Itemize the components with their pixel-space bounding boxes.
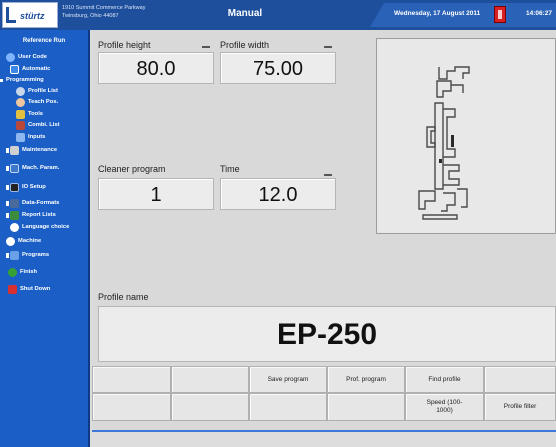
function-key-empty-5[interactable] (171, 393, 249, 421)
expand-icon (0, 79, 3, 82)
sidebar-item-label: Inputs (28, 134, 46, 140)
profile-preview (376, 38, 556, 234)
profile-filter-button[interactable]: Profile filter (484, 393, 556, 421)
hand-icon (16, 98, 25, 107)
company-line-2: Twinsburg, Ohio 44087 (62, 13, 119, 19)
function-key-empty-3[interactable] (484, 366, 556, 393)
alarm-icon[interactable] (494, 6, 506, 23)
sidebar-item-label: Teach Pos. (28, 99, 59, 105)
sidebar-item-label: Shut Down (20, 286, 51, 292)
company-line-1: 1910 Summit Commerce Parkway (62, 5, 146, 11)
profile-outline (418, 66, 470, 220)
user-icon (6, 53, 15, 62)
expand-icon (6, 253, 9, 258)
sidebar-item-label: Finish (20, 269, 38, 275)
profile-name-label: Profile name (98, 292, 149, 302)
profile-name-value: EP-250 (276, 318, 378, 351)
sidebar-item-label: Combi. List (28, 122, 60, 128)
data-icon (10, 199, 19, 208)
sidebar-item-label: Programs (22, 252, 50, 258)
sidebar-item-label: Profile List (28, 88, 58, 94)
cleaner-program-field[interactable]: 1 (98, 178, 214, 210)
profile-width-field[interactable]: 75.00 (220, 52, 336, 84)
machine-param-icon (10, 164, 19, 173)
sidebar-item-label: Tools (28, 111, 44, 117)
programs-icon (10, 251, 19, 260)
maintenance-icon (10, 146, 19, 155)
sidebar-item-label: Report Lists (22, 212, 56, 218)
prof-program-button[interactable]: Prof. program (327, 366, 405, 393)
expand-icon (6, 148, 9, 153)
expand-icon (6, 213, 9, 218)
sidebar-item-label: Automatic (22, 66, 51, 72)
sidebar-title: Reference Run (22, 38, 66, 44)
sidebar-item-label: Programming (6, 77, 44, 83)
function-key-empty-1[interactable] (92, 366, 171, 393)
sidebar-item-label: Language choice (22, 224, 70, 230)
company-address: 1910 Summit Commerce Parkway Twinsburg, … (62, 4, 172, 20)
unit-tag (202, 46, 210, 48)
automatic-icon (10, 65, 19, 74)
save-program-button[interactable]: Save program (249, 366, 327, 393)
sidebar: Reference Run User Code Automatic Progra… (0, 30, 90, 447)
title-bar: stürtz 1910 Summit Commerce Parkway Twin… (0, 0, 556, 30)
function-key-empty-7[interactable] (327, 393, 405, 421)
expand-icon (6, 185, 9, 190)
machine-icon (6, 237, 15, 246)
date-bar-edge (370, 3, 384, 27)
function-key-grid: Save program Prof. program Find profile … (92, 366, 556, 422)
logo-text: stürtz (20, 11, 45, 21)
time-field[interactable]: 12.0 (220, 178, 336, 210)
sidebar-item-label: User Code (18, 54, 47, 60)
report-icon (10, 211, 19, 220)
unit-tag (324, 46, 332, 48)
profile-drawing (418, 66, 470, 220)
tool-icon (16, 110, 25, 119)
find-profile-button[interactable]: Find profile (405, 366, 484, 393)
io-icon (10, 183, 19, 192)
function-key-empty-6[interactable] (249, 393, 327, 421)
sidebar-item-label: Mach. Param. (22, 165, 60, 171)
sidebar-item-label: IO Setup (22, 184, 46, 190)
speed-button[interactable]: Speed (100-1000) (405, 393, 484, 421)
sidebar-item-label: Maintenance (22, 147, 58, 153)
unit-tag (324, 174, 332, 176)
main-panel: Profile height 80.0 Profile width 75.00 … (92, 30, 556, 447)
finish-icon (8, 268, 17, 277)
expand-icon (6, 166, 9, 171)
sidebar-item-label: Data-Formats (22, 200, 60, 206)
company-logo: stürtz (2, 2, 58, 28)
mode-indicator: Manual (227, 8, 263, 19)
time-display: 14:06:27 (525, 10, 552, 17)
inputs-icon (16, 133, 25, 142)
status-bar (92, 430, 556, 447)
expand-icon (6, 201, 9, 206)
sidebar-item-label: Machine (18, 238, 42, 244)
profile-height-field[interactable]: 80.0 (98, 52, 214, 84)
cleaner-program-label: Cleaner program (98, 164, 166, 174)
language-icon (10, 223, 19, 232)
function-key-empty-4[interactable] (92, 393, 171, 421)
combi-icon (16, 121, 25, 130)
shutdown-icon (8, 285, 17, 294)
gear-icon (16, 87, 25, 96)
logo-mark-icon (6, 7, 16, 23)
profile-width-label: Profile width (220, 40, 270, 50)
date-display: Wednesday, 17 August 2011 (394, 10, 481, 17)
function-key-empty-2[interactable] (171, 366, 249, 393)
profile-height-label: Profile height (98, 40, 151, 50)
profile-name-field[interactable]: EP-250 (98, 306, 556, 362)
time-label: Time (220, 164, 240, 174)
